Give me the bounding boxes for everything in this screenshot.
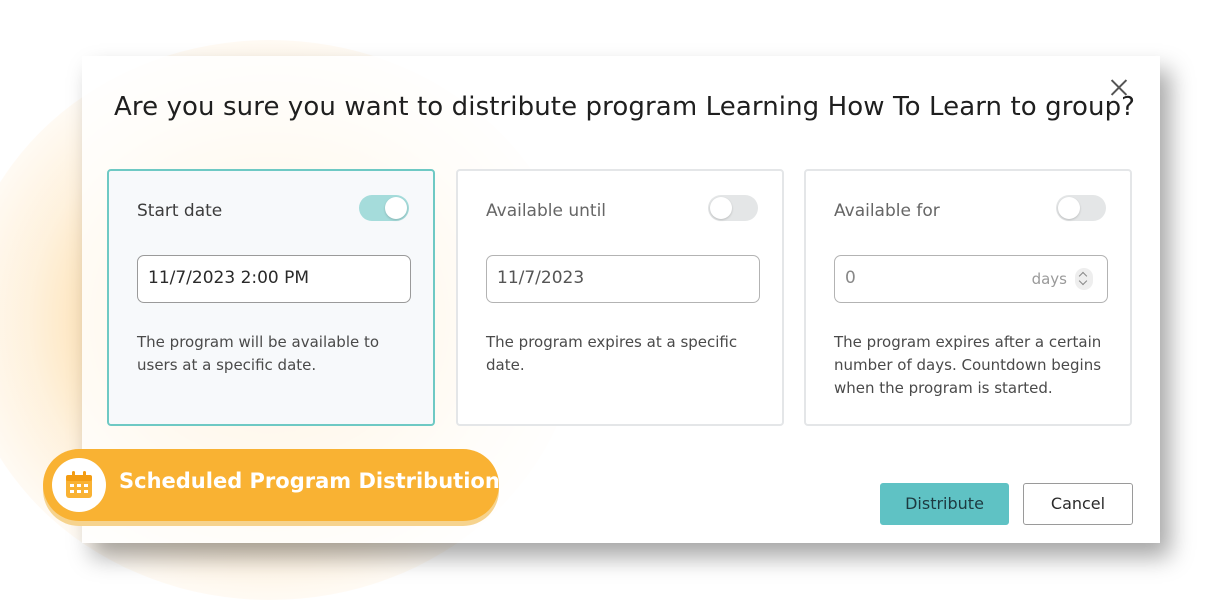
stage: Are you sure you want to distribute prog… <box>0 0 1225 613</box>
available-for-value: 0 <box>845 268 856 288</box>
badge-icon-container <box>52 458 106 512</box>
available-until-input[interactable]: 11/7/2023 <box>486 255 760 303</box>
start-date-value: 11/7/2023 2:00 PM <box>148 268 310 288</box>
available-for-toggle[interactable] <box>1056 195 1106 221</box>
start-date-description: The program will be available to users a… <box>137 333 380 374</box>
stepper-icon[interactable] <box>1075 268 1093 290</box>
badge-label: Scheduled Program Distribution <box>119 469 500 493</box>
dialog-title: Are you sure you want to distribute prog… <box>114 92 1136 122</box>
available-until-label: Available until <box>486 201 607 221</box>
calendar-icon <box>66 471 92 498</box>
days-unit: days <box>1031 270 1067 288</box>
start-date-input[interactable]: 11/7/2023 2:00 PM <box>137 255 411 303</box>
toggle-knob <box>1058 197 1080 219</box>
toggle-knob <box>710 197 732 219</box>
distribute-button[interactable]: Distribute <box>880 483 1009 525</box>
available-until-toggle[interactable] <box>708 195 758 221</box>
available-for-days-input[interactable]: 0 days <box>834 255 1108 303</box>
available-for-label: Available for <box>834 201 940 221</box>
available-until-card: Available until 11/7/2023 The program ex… <box>456 169 784 426</box>
cancel-button[interactable]: Cancel <box>1023 483 1133 525</box>
available-for-description: The program expires after a certain numb… <box>834 333 1102 397</box>
start-date-toggle[interactable] <box>359 195 409 221</box>
start-date-card: Start date 11/7/2023 2:00 PM The program… <box>107 169 435 426</box>
start-date-label: Start date <box>137 201 223 221</box>
available-until-description: The program expires at a specific date. <box>486 333 738 374</box>
toggle-knob <box>385 197 407 219</box>
available-for-card: Available for 0 days The program expires… <box>804 169 1132 426</box>
feature-badge: Scheduled Program Distribution <box>43 449 500 521</box>
available-until-value: 11/7/2023 <box>497 268 585 288</box>
